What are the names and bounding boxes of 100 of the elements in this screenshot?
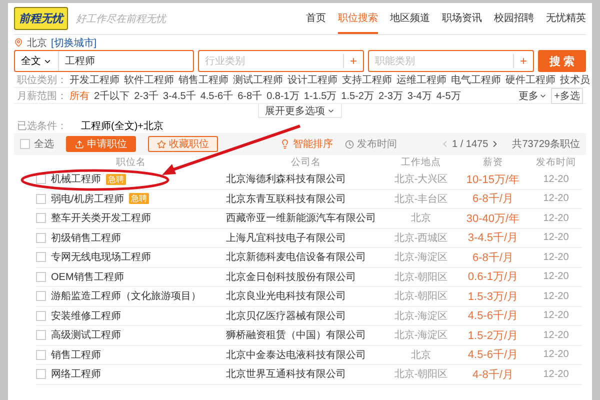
conditions-label: 已选条件： [17, 120, 67, 132]
location-cell: 北京-丰台区 [386, 190, 456, 209]
filter-option[interactable]: 硬件工程师 [506, 72, 556, 86]
keyword-field[interactable]: 全文 工程师 [14, 50, 194, 72]
filter-option[interactable]: 2-3万 [378, 88, 403, 102]
filter-option[interactable]: 测试工程师 [233, 72, 283, 86]
filter-option[interactable]: 3-4.5千 [163, 88, 196, 102]
row-checkbox[interactable] [36, 369, 46, 380]
row-checkbox[interactable] [36, 350, 46, 360]
location-cell: 北京 [386, 209, 456, 228]
conditions-value: 工程师(全文)+北京 [81, 120, 164, 132]
filter-option[interactable]: 1-1.5万 [304, 88, 337, 102]
date-cell: 12-20 [530, 228, 582, 248]
select-all-checkbox[interactable] [20, 139, 30, 149]
company-cell: 北京贝亿医疗器械有限公司 [226, 306, 386, 326]
salary-cell: 6-8千/月 [456, 190, 530, 209]
job-title-link[interactable]: 游船监造工程师（文化旅游项目） [51, 289, 201, 304]
date-cell: 12-20 [530, 209, 582, 228]
nav-tab[interactable]: 地区频道 [390, 3, 430, 34]
salary-cell: 3-4.5千/月 [456, 228, 530, 248]
salary-cell: 1.5-2万/月 [456, 326, 530, 346]
lightbulb-icon [280, 139, 290, 149]
filter-option[interactable]: 6-8千 [238, 88, 262, 102]
row-checkbox[interactable] [36, 330, 46, 340]
company-cell: 北京新德科麦电信设备有限公司 [226, 248, 386, 268]
company-cell: 上海凡宜科技电子有限公司 [226, 228, 386, 248]
location-cell: 北京-海淀区 [386, 248, 456, 268]
row-checkbox[interactable] [36, 194, 46, 204]
location-cell: 北京-海淀区 [386, 306, 456, 326]
row-checkbox[interactable] [36, 291, 46, 302]
nav-tab[interactable]: 首页 [306, 3, 326, 34]
row-checkbox[interactable] [36, 310, 46, 321]
filter-option[interactable]: 1.5-2万 [341, 88, 374, 102]
star-icon [157, 140, 166, 148]
column-header: 职位名 [115, 156, 147, 170]
company-cell: 狮桥融资租赁（中国）有限公司 [226, 326, 386, 346]
scope-dropdown[interactable]: 全文 [15, 51, 59, 71]
job-title-link[interactable]: 销售工程师 [51, 348, 101, 362]
filter-option[interactable]: 2-3千 [134, 88, 159, 102]
job-title-link[interactable]: 安装维修工程师 [51, 308, 121, 323]
nav-tab[interactable]: 校园招聘 [494, 3, 534, 34]
location-cell: 北京-海淀区 [386, 326, 456, 346]
row-checkbox[interactable] [36, 213, 46, 224]
company-cell: 北京金日创科技股份有限公司 [226, 268, 386, 287]
filter-option[interactable]: 4-5万 [436, 88, 461, 102]
filter-option[interactable]: 开发工程师 [70, 72, 120, 86]
filter-option[interactable]: 2千以下 [94, 88, 130, 102]
urgent-badge: 急聘 [128, 193, 149, 204]
urgent-badge: 急聘 [106, 174, 126, 185]
row-checkbox[interactable] [36, 252, 46, 262]
date-cell: 12-20 [530, 326, 582, 346]
job-title-link[interactable]: OEM销售工程师 [51, 270, 124, 284]
job-title-link[interactable]: 高级测试工程师 [51, 328, 121, 342]
nav-tab[interactable]: 无忧精英 [546, 3, 586, 34]
date-cell: 12-20 [530, 365, 582, 384]
job-title-link[interactable]: 弱电/机房工程师 [51, 192, 124, 206]
job-title-link[interactable]: 网络工程师 [51, 367, 101, 382]
job-title-link[interactable]: 专网无线电现场工程师 [51, 250, 151, 264]
job-title-link[interactable]: 整车开关类开发工程师 [51, 211, 151, 226]
filter-option[interactable]: 设计工程师 [288, 72, 338, 86]
keyword-input[interactable]: 工程师 [59, 56, 193, 66]
date-cell: 12-20 [530, 190, 582, 209]
column-header: 工作地点 [400, 156, 442, 170]
date-cell: 12-20 [530, 170, 582, 190]
more-dropdown[interactable]: 更多 [518, 88, 547, 102]
filter-option[interactable]: 技术员 [560, 72, 590, 86]
multi-select-button[interactable]: +多选 [551, 88, 583, 104]
date-cell: 12-20 [530, 287, 582, 306]
filter-option[interactable]: 支持工程师 [342, 72, 392, 86]
job-title-link[interactable]: 机械工程师 [51, 172, 101, 186]
location-cell: 北京-西城区 [386, 228, 456, 248]
company-cell: 北京中金泰达电液科技有限公司 [226, 346, 386, 365]
row-checkbox[interactable] [36, 232, 46, 243]
location-cell: 北京-大兴区 [386, 170, 456, 190]
nav-tab[interactable]: 职场资讯 [442, 3, 482, 34]
salary-cell: 4-8千/月 [456, 365, 530, 384]
column-header: 薪资 [482, 156, 504, 170]
select-all-label: 全选 [34, 138, 54, 151]
row-checkbox[interactable] [36, 272, 46, 282]
slogan: 好工作尽在前程无忧 [76, 12, 166, 26]
filter-option[interactable]: 运维工程师 [396, 72, 446, 86]
filter-option[interactable]: 销售工程师 [178, 72, 228, 86]
expand-options-button[interactable]: 展开更多选项 [258, 104, 342, 118]
salary-cell: 1.5-3万/月 [456, 287, 530, 306]
switch-city-link[interactable]: [切换城市] [51, 36, 97, 50]
company-cell: 北京世界互通科技有限公司 [226, 365, 386, 384]
column-header: 公司名 [290, 156, 322, 170]
location-cell: 北京-朝阳区 [386, 365, 456, 384]
logo: 前程无忧 [14, 7, 68, 30]
filter-option[interactable]: 电气工程师 [451, 72, 501, 86]
company-cell: 北京海德利森科技有限公司 [226, 170, 386, 190]
filter-option[interactable]: 3-4万 [407, 88, 432, 102]
filter-option[interactable]: 0.8-1万 [266, 88, 300, 102]
filter-option[interactable]: 软件工程师 [124, 72, 174, 86]
filter-option[interactable]: 4.5-6千 [200, 88, 234, 102]
job-title-link[interactable]: 初级销售工程师 [51, 230, 121, 245]
date-cell: 12-20 [530, 346, 582, 365]
salary-cell: 6-8千/月 [456, 248, 530, 268]
salary-cell: 10-15万/年 [456, 170, 530, 190]
location-pin-icon [14, 38, 23, 47]
